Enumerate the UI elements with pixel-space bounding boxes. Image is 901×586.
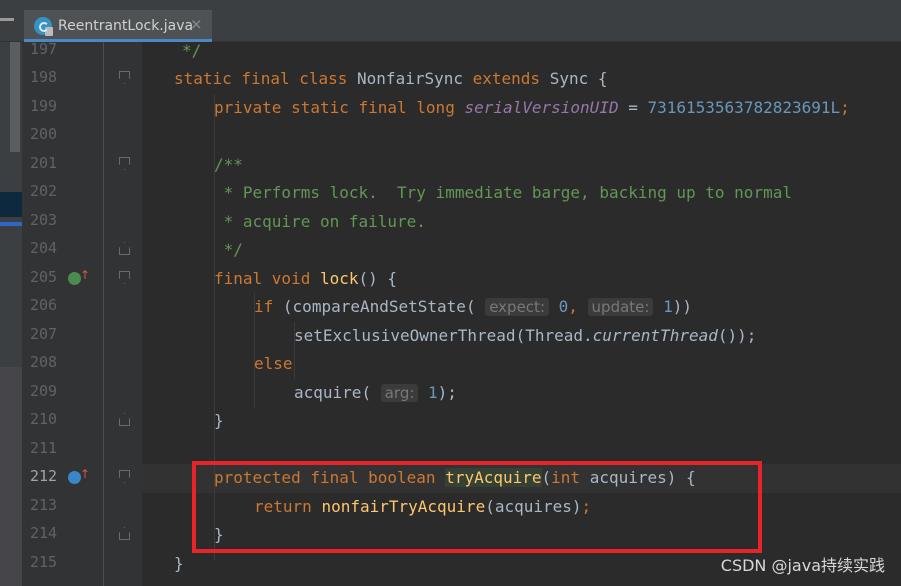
java-class-icon bbox=[34, 17, 53, 36]
code-line: static final class NonfairSync extends S… bbox=[174, 69, 608, 88]
gutter-row: 199 bbox=[30, 97, 58, 115]
param-hint: arg: bbox=[380, 384, 419, 402]
code-line: } bbox=[214, 411, 224, 430]
gutter-row: 204 bbox=[22, 236, 142, 265]
code-line: if (compareAndSetState( expect: 0, updat… bbox=[254, 297, 692, 316]
code-line: acquire( arg: 1); bbox=[294, 383, 457, 402]
gutter-row: 206 bbox=[30, 296, 58, 314]
fold-collapse-icon[interactable] bbox=[119, 470, 130, 483]
code-line: final void lock() { bbox=[214, 269, 398, 288]
code-line: setExclusiveOwnerThread(Thread.currentTh… bbox=[294, 326, 757, 345]
side-panel bbox=[0, 42, 22, 586]
gutter-row: 202 bbox=[30, 182, 58, 200]
gutter-row: 201 bbox=[22, 151, 142, 180]
gutter-row: 213 bbox=[30, 496, 58, 514]
code-line: private static final long serialVersionU… bbox=[214, 98, 850, 117]
fold-expand-icon[interactable] bbox=[119, 242, 130, 255]
gutter-row: 197 bbox=[30, 40, 58, 58]
close-icon[interactable]: × bbox=[190, 15, 203, 33]
gutter-row: 211 bbox=[30, 439, 58, 457]
code-line: } bbox=[174, 554, 184, 573]
code-line: * Performs lock. Try immediate barge, ba… bbox=[214, 183, 792, 202]
overrides-method-icon[interactable]: ↑ bbox=[68, 467, 90, 484]
gutter-row: 203 bbox=[30, 211, 58, 229]
gutter-row: 210 bbox=[22, 407, 142, 436]
highlight-annotation-box bbox=[192, 461, 762, 553]
code-line: * acquire on failure. bbox=[214, 212, 426, 231]
line-number-gutter: 197 198 199 200 201 202 203 204 205 ↑ 206… bbox=[22, 40, 142, 586]
gutter-row: 215 bbox=[30, 553, 58, 571]
panel-selection bbox=[0, 192, 22, 217]
code-line: else bbox=[254, 354, 293, 373]
gutter-row: 200 bbox=[30, 125, 58, 143]
editor-tab-bar: ReentrantLock.java × bbox=[0, 0, 901, 42]
tab-label: ReentrantLock.java bbox=[58, 18, 194, 34]
code-line: */ bbox=[182, 41, 202, 60]
fold-collapse-icon[interactable] bbox=[119, 271, 130, 284]
gutter-row: 205 ↑ bbox=[22, 265, 142, 294]
gutter-row: 209 bbox=[30, 382, 58, 400]
fold-expand-icon[interactable] bbox=[119, 413, 130, 426]
fold-collapse-icon[interactable] bbox=[119, 71, 130, 84]
fold-expand-icon[interactable] bbox=[119, 527, 130, 540]
param-hint: update: bbox=[587, 298, 654, 316]
gutter-row: 208 bbox=[30, 353, 58, 371]
panel-scrollbar[interactable] bbox=[10, 42, 20, 152]
minimize-icon[interactable] bbox=[0, 18, 14, 21]
gutter-row: 212 ↑ bbox=[22, 464, 142, 493]
code-line: /** bbox=[214, 155, 243, 174]
watermark: CSDN @java持续实践 bbox=[720, 556, 885, 575]
panel-lower-area bbox=[0, 367, 22, 586]
gutter-row: 214 bbox=[22, 521, 142, 550]
param-hint: expect: bbox=[485, 298, 549, 316]
gutter-row: 198 bbox=[22, 65, 142, 94]
fold-collapse-icon[interactable] bbox=[119, 157, 130, 170]
gutter-row: 207 bbox=[30, 325, 58, 343]
code-line: */ bbox=[214, 240, 243, 259]
implements-method-icon[interactable]: ↑ bbox=[68, 268, 90, 285]
